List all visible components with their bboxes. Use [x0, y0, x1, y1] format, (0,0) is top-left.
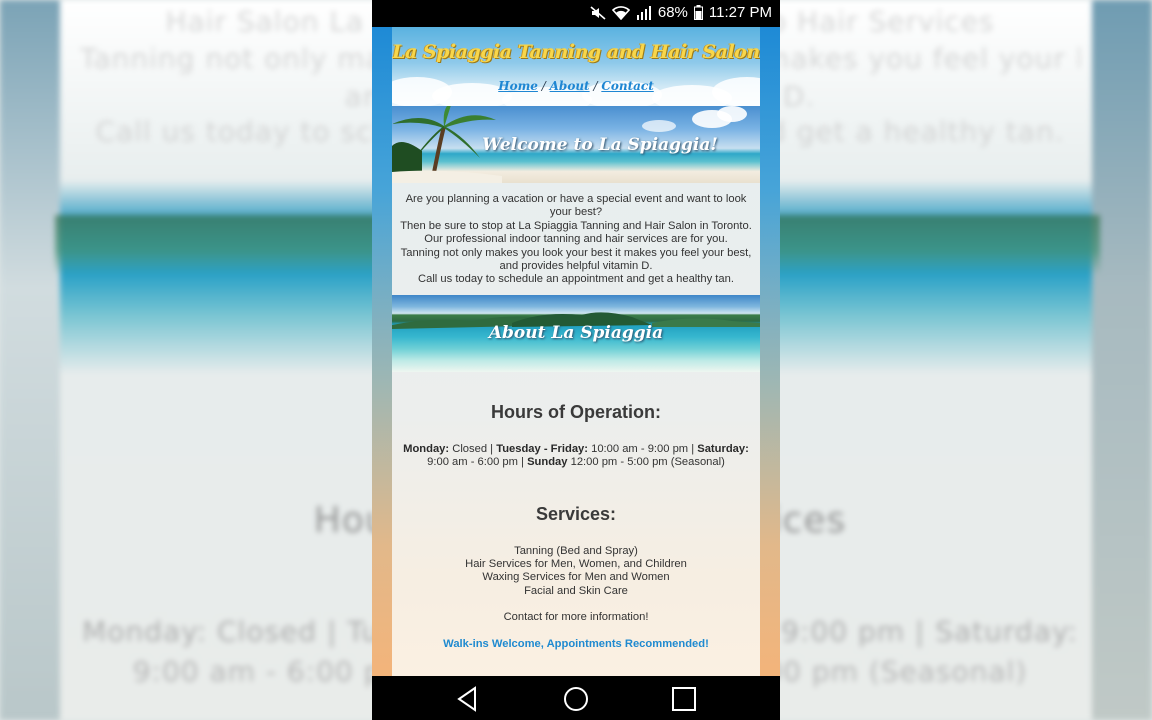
nav-link-home[interactable]: Home — [498, 79, 538, 93]
signal-icon — [636, 5, 652, 20]
android-nav-bar — [372, 676, 780, 720]
hours-value-monday: Closed | — [449, 442, 497, 455]
phone-frame: 68% 11:27 PM La Spiaggia Tanning and Hai… — [372, 0, 780, 720]
contact-info-text: Contact for more information! — [503, 611, 649, 624]
hours-value-saturday: 9:00 am - 6:00 pm | — [427, 456, 528, 469]
hours-heading: Hours of Operation: — [491, 401, 661, 422]
nav-separator: / — [593, 79, 598, 93]
recents-icon[interactable] — [670, 685, 698, 713]
nav-separator: / — [541, 79, 546, 93]
page-content: La Spiaggia Tanning and Hair Salon Home … — [392, 27, 760, 676]
walkins-text: Walk-ins Welcome, Appointments Recommend… — [443, 637, 709, 650]
intro-line: Then be sure to stop at La Spiaggia Tann… — [400, 219, 752, 232]
intro-line: Call us today to schedule an appointment… — [418, 273, 734, 286]
service-item: Hair Services for Men, Women, and Childr… — [465, 558, 687, 571]
status-time: 11:27 PM — [708, 4, 772, 21]
status-bar: 68% 11:27 PM — [372, 0, 780, 27]
wifi-icon — [611, 5, 630, 20]
welcome-banner: Welcome to La Spiaggia! — [392, 106, 760, 183]
hours-label-tuesday-friday: Tuesday - Friday: — [496, 442, 588, 455]
welcome-banner-title: Welcome to La Spiaggia! — [482, 135, 718, 155]
battery-percent: 68% — [657, 4, 688, 21]
about-banner-title: About La Spiaggia — [488, 322, 664, 343]
hours-value-sunday: 12:00 pm - 5:00 pm (Seasonal) — [567, 456, 725, 469]
services-heading: Services: — [535, 503, 617, 524]
hours-label-sunday: Sunday — [527, 456, 568, 469]
service-item: Tanning (Bed and Spray) — [514, 544, 638, 557]
hours-text: Monday: Closed | Tuesday - Friday: 10:00… — [392, 443, 760, 470]
site-title: La Spiaggia Tanning and Hair Salon — [392, 41, 760, 63]
intro-line: Tanning not only makes you look your bes… — [400, 246, 752, 273]
browser-viewport[interactable]: La Spiaggia Tanning and Hair Salon Home … — [372, 27, 780, 676]
hours-value-tuesday-friday: 10:00 am - 9:00 pm | — [588, 442, 698, 455]
home-icon[interactable] — [562, 685, 590, 713]
back-icon[interactable] — [454, 685, 482, 713]
intro-line: Are you planning a vacation or have a sp… — [405, 193, 747, 219]
intro-text: Are you planning a vacation or have a sp… — [392, 183, 760, 295]
service-item: Facial and Skin Care — [524, 584, 628, 597]
about-banner: About La Spiaggia — [392, 294, 760, 372]
nav-link-about[interactable]: About — [550, 79, 590, 93]
hours-label-saturday: Saturday: — [697, 442, 749, 455]
intro-line: Our professional indoor tanning and hair… — [424, 233, 728, 246]
battery-icon — [693, 5, 703, 20]
site-nav: Home / About / Contact — [392, 79, 760, 93]
services-list: Tanning (Bed and Spray) Hair Services fo… — [392, 545, 760, 625]
hours-label-monday: Monday: — [403, 442, 450, 455]
mute-icon — [590, 5, 606, 20]
site-header: La Spiaggia Tanning and Hair Salon Home … — [392, 27, 760, 106]
nav-link-contact[interactable]: Contact — [601, 79, 653, 93]
service-item: Waxing Services for Men and Women — [482, 571, 670, 584]
